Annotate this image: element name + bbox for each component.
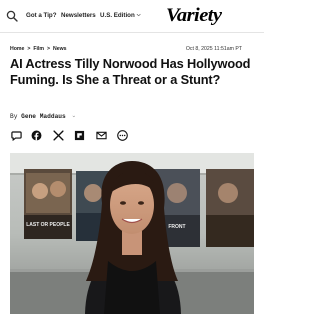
hero-image: LAST OR PEOPLE FRONT [10, 153, 254, 314]
top-nav-bar: Got a Tip? Newsletters U.S. Edition ⌵ Var… [0, 0, 264, 32]
breadcrumb-separator: > [46, 46, 51, 52]
edition-label: U.S. Edition [100, 12, 135, 19]
byline[interactable]: By Gene Maddaus ⌵ [10, 113, 75, 120]
movie-poster: LAST OR PEOPLE [24, 169, 72, 239]
email-icon[interactable] [95, 129, 107, 141]
poster-title: LAST OR PEOPLE [26, 222, 70, 228]
comment-icon[interactable] [10, 129, 22, 141]
byline-prefix: By [10, 113, 18, 120]
more-icon[interactable] [116, 129, 128, 141]
author-name[interactable]: Gene Maddaus [21, 113, 66, 120]
breadcrumb-news-link[interactable]: News [53, 46, 67, 52]
publish-timestamp: Oct 8, 2025 11:51am PT [185, 46, 242, 52]
x-icon[interactable] [52, 129, 64, 141]
flipboard-icon[interactable] [73, 129, 85, 141]
poster-title: FRONT [168, 224, 185, 230]
variety-logo[interactable]: Variety [166, 5, 222, 27]
edition-selector[interactable]: U.S. Edition ⌵ [100, 12, 141, 19]
breadcrumb-film-link[interactable]: Film [33, 46, 44, 52]
movie-poster [206, 169, 254, 247]
header-divider [0, 32, 264, 33]
breadcrumb-separator: > [27, 46, 31, 52]
chevron-down-icon: ⌵ [136, 12, 141, 18]
facebook-icon[interactable] [30, 129, 42, 141]
breadcrumb: Home > Film > News [10, 46, 67, 52]
nav-got-a-tip-link[interactable]: Got a Tip? [26, 12, 56, 19]
search-icon[interactable] [6, 9, 18, 22]
nav-newsletters-link[interactable]: Newsletters [61, 12, 96, 19]
article-headline: AI Actress Tilly Norwood Has Hollywood F… [10, 56, 251, 87]
chevron-down-icon: ⌵ [72, 114, 76, 119]
breadcrumb-home-link[interactable]: Home [10, 46, 24, 52]
